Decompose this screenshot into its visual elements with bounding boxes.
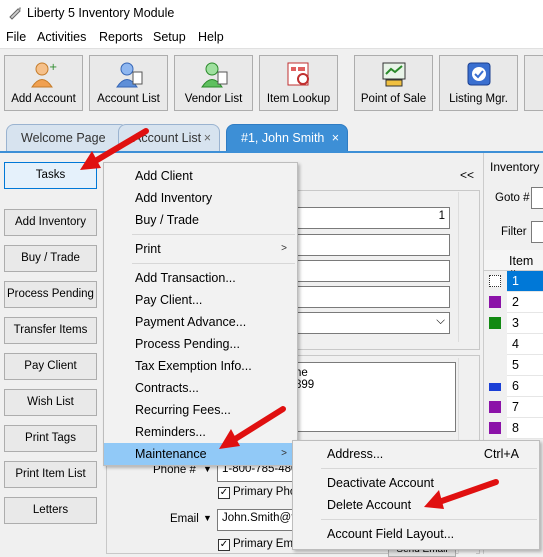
red-arrow-icon: [219, 406, 286, 449]
red-arrow-icon: [80, 128, 149, 170]
annotation-arrows: [80, 128, 499, 509]
red-arrow-icon: [424, 479, 499, 509]
